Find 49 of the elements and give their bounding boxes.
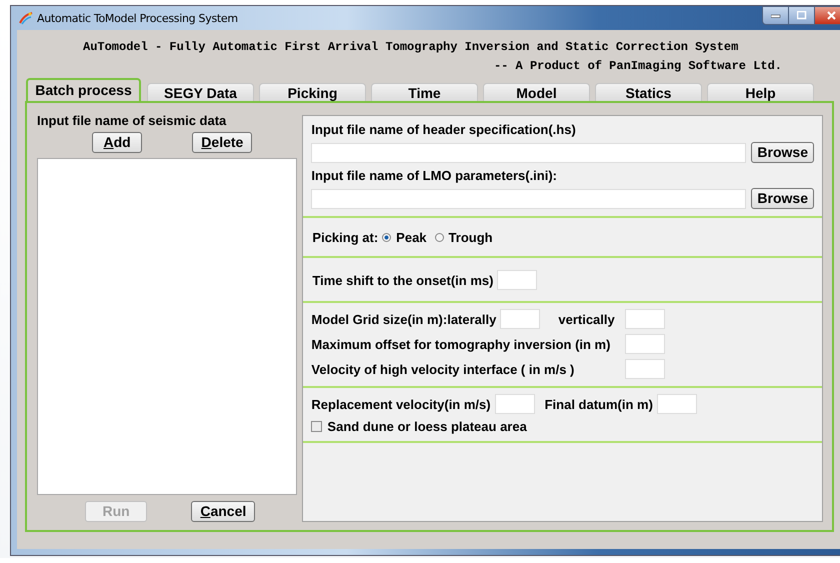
header-text: AuTomodel - Fully Automatic First Arrival Tomography Inversion and Static Correction System: [83, 39, 738, 56]
field-label: Input file name of LMO parameters(.ini):: [311, 168, 557, 183]
radio-button[interactable]: [434, 233, 444, 242]
file-path-field[interactable]: [311, 188, 746, 208]
button[interactable]: Cancel: [191, 501, 256, 522]
radio-label: Trough: [448, 230, 493, 245]
field-label: Time shift to the onset(in ms): [312, 272, 494, 288]
list-label: Input file name of seismic data: [37, 113, 228, 128]
tab[interactable]: Time: [371, 83, 478, 101]
app-icon: [19, 11, 33, 25]
tab[interactable]: Picking: [259, 83, 366, 101]
close-button[interactable]: [814, 6, 840, 25]
window-title: Automatic ToModel Processing System: [37, 12, 238, 24]
tab[interactable]: Statics: [595, 83, 702, 101]
browse-button[interactable]: Browse: [751, 142, 814, 163]
browse-button[interactable]: Browse: [751, 188, 814, 209]
header-text: -- A Product of PanImaging Software Ltd.: [494, 58, 782, 75]
field-label: vertically: [558, 312, 615, 326]
checkbox-label: Sand dune or loess plateau area: [327, 419, 527, 434]
input-field[interactable]: [625, 309, 666, 329]
input-field[interactable]: [625, 334, 666, 354]
file-list[interactable]: [37, 158, 298, 495]
checkbox[interactable]: [311, 421, 322, 432]
input-field[interactable]: [494, 394, 535, 414]
tab[interactable]: SEGY Data: [147, 83, 254, 101]
field-label: Replacement velocity(in m/s): [311, 396, 491, 412]
button[interactable]: Delete: [192, 132, 252, 153]
tab[interactable]: Batch process: [26, 78, 141, 101]
minimize-button[interactable]: [762, 6, 789, 25]
field-label: Velocity of high velocity interface ( in m/s ): [311, 362, 574, 376]
field-label: Maximum offset for tomography inversion (in m): [311, 336, 610, 352]
field-label: Input file name of header specification(.hs): [311, 122, 576, 137]
minimize-icon: [770, 14, 780, 18]
file-path-field[interactable]: [311, 142, 746, 162]
tab[interactable]: Help: [707, 83, 814, 101]
maximize-icon: [796, 11, 806, 20]
input-field[interactable]: [625, 359, 666, 379]
input-field[interactable]: [500, 309, 540, 329]
button[interactable]: Add: [92, 132, 142, 153]
tab[interactable]: Model: [483, 83, 590, 101]
radio-button[interactable]: [382, 233, 392, 242]
field-label: Final datum(in m): [544, 396, 653, 412]
field-label: Model Grid size(in m):laterally: [311, 312, 496, 326]
input-field[interactable]: [497, 270, 538, 290]
input-field[interactable]: [656, 394, 697, 414]
maximize-button[interactable]: [788, 6, 815, 25]
field-label: Picking at:: [312, 230, 378, 245]
close-icon: [827, 11, 837, 20]
radio-label: Peak: [396, 230, 427, 245]
